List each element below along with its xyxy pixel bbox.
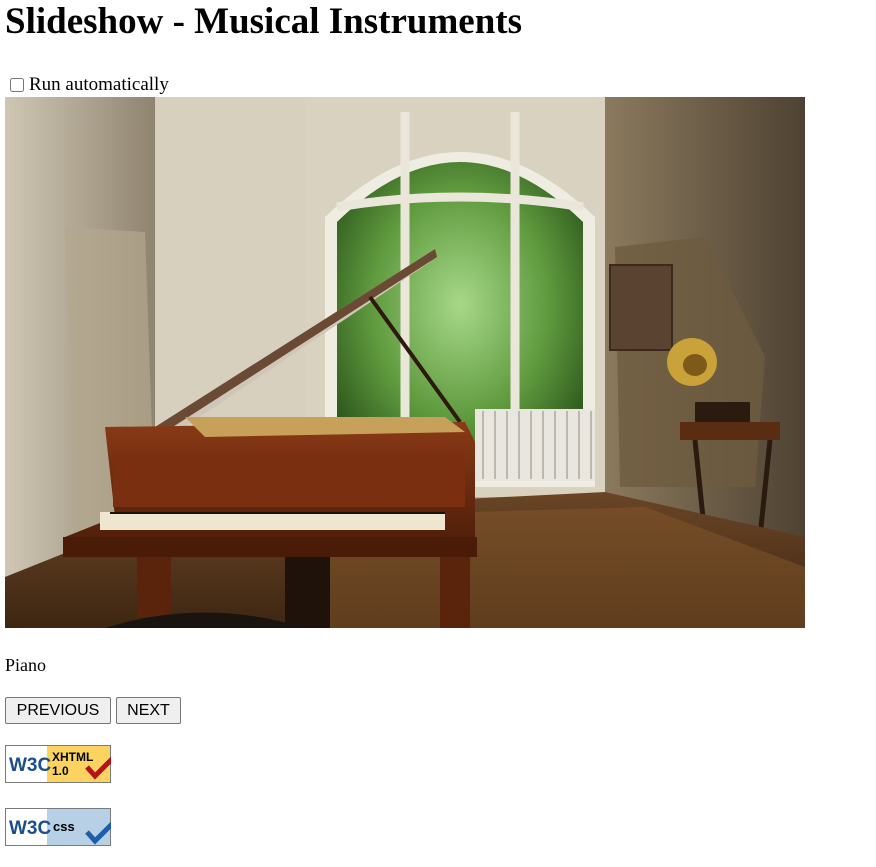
auto-run-label: Run automatically: [29, 74, 169, 95]
slide-caption: Piano: [5, 655, 47, 675]
xhtml-label: XHTML: [52, 750, 93, 764]
xhtml-badge-icon: W3C XHTML 1.0: [5, 745, 115, 783]
css-label: css: [53, 819, 75, 834]
valid-css-badge[interactable]: W3C css: [5, 808, 115, 846]
next-button[interactable]: NEXT: [116, 697, 181, 724]
xhtml-version: 1.0: [52, 764, 69, 778]
valid-xhtml-badge[interactable]: W3C XHTML 1.0: [5, 745, 115, 783]
previous-button[interactable]: PREVIOUS: [5, 697, 111, 724]
piano-photo: [5, 97, 805, 628]
w3c-logo-text: W3C: [9, 755, 52, 776]
css-badge-icon: W3C css: [5, 808, 115, 846]
slide-image: [5, 97, 805, 628]
auto-run-toggle[interactable]: Run automatically: [5, 73, 169, 97]
auto-run-checkbox[interactable]: [10, 78, 24, 92]
page-title: Slideshow - Musical Instruments: [5, 1, 523, 42]
w3c-logo-text: W3C: [9, 818, 52, 839]
